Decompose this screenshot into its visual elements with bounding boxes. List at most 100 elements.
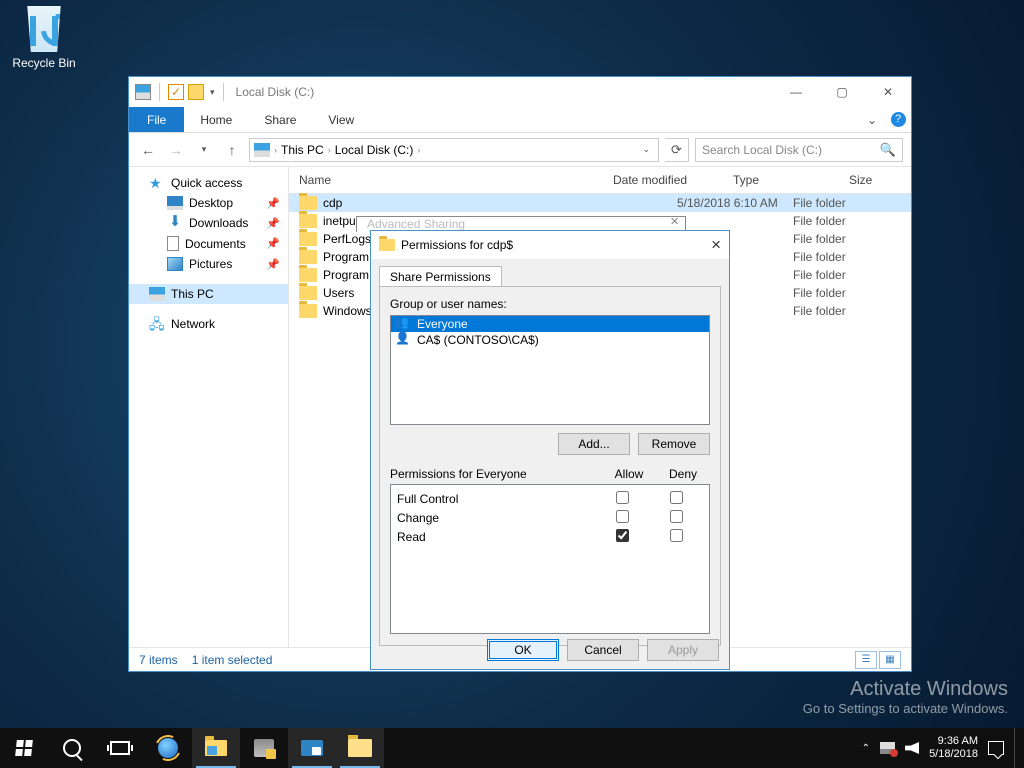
- user-row[interactable]: CA$ (CONTOSO\CA$): [391, 332, 709, 348]
- nav-back-button[interactable]: ←: [137, 139, 159, 161]
- recycle-bin-icon: [22, 6, 66, 52]
- deny-checkbox[interactable]: [670, 529, 683, 542]
- file-row[interactable]: cdp5/18/2018 6:10 AMFile folder: [289, 194, 911, 212]
- tab-share-permissions[interactable]: Share Permissions: [379, 266, 502, 287]
- deny-checkbox[interactable]: [670, 510, 683, 523]
- allow-checkbox[interactable]: [616, 529, 629, 542]
- search-icon[interactable]: 🔍: [880, 142, 896, 158]
- watermark-subtitle: Go to Settings to activate Windows.: [803, 701, 1008, 716]
- volume-icon[interactable]: [905, 742, 919, 754]
- nav-up-button[interactable]: ↑: [221, 139, 243, 161]
- allow-header: Allow: [602, 467, 656, 481]
- column-type[interactable]: Type: [723, 167, 839, 193]
- help-button[interactable]: ?: [885, 107, 911, 132]
- folder-icon: [379, 239, 395, 251]
- allow-checkbox[interactable]: [616, 491, 629, 504]
- view-details-button[interactable]: ☰: [855, 651, 877, 669]
- sidebar-downloads[interactable]: ⬇Downloads📌: [129, 213, 288, 233]
- ok-button[interactable]: OK: [487, 639, 559, 661]
- address-bar: ← → ▾ ↑ › This PC › Local Disk (C:) › ⌄ …: [129, 133, 911, 167]
- address-dropdown-icon[interactable]: ⌄: [638, 144, 654, 155]
- remove-button[interactable]: Remove: [638, 433, 710, 455]
- column-name[interactable]: Name: [289, 167, 603, 193]
- deny-checkbox[interactable]: [670, 491, 683, 504]
- sidebar-quick-access[interactable]: ★Quick access: [129, 173, 288, 193]
- maximize-button[interactable]: ▢: [819, 77, 865, 107]
- rdp-icon: [301, 740, 323, 756]
- user-row[interactable]: Everyone: [391, 316, 709, 332]
- search-icon: [63, 739, 81, 757]
- minimize-button[interactable]: —: [773, 77, 819, 107]
- ribbon-expand-icon[interactable]: ⌄: [859, 107, 885, 132]
- view-icons-button[interactable]: ▦: [879, 651, 901, 669]
- file-name: cdp: [323, 196, 671, 210]
- breadcrumb-root[interactable]: This PC: [281, 143, 324, 157]
- breadcrumb[interactable]: › This PC › Local Disk (C:) › ⌄: [249, 138, 659, 162]
- sidebar-documents[interactable]: Documents📌: [129, 233, 288, 254]
- chevron-right-icon[interactable]: ›: [417, 145, 420, 155]
- dialog-title: Permissions for cdp$: [401, 238, 513, 252]
- group-users-label: Group or user names:: [390, 297, 710, 311]
- pin-icon: 📌: [266, 258, 280, 271]
- show-desktop-button[interactable]: [1014, 728, 1020, 768]
- folder-icon: [299, 268, 317, 282]
- refresh-button[interactable]: ⟳: [665, 138, 689, 162]
- nav-history-button[interactable]: ▾: [193, 139, 215, 161]
- network-icon[interactable]: [880, 742, 895, 754]
- allow-checkbox[interactable]: [616, 510, 629, 523]
- properties-icon[interactable]: ✓: [168, 84, 184, 100]
- deny-header: Deny: [656, 467, 710, 481]
- desktop-icon-recycle-bin[interactable]: Recycle Bin: [6, 6, 82, 70]
- pc-icon[interactable]: [135, 84, 151, 100]
- permissions-grid: Full ControlChangeRead: [390, 484, 710, 634]
- taskbar-file-explorer[interactable]: [192, 728, 240, 768]
- folder-icon: [299, 232, 317, 246]
- column-date[interactable]: Date modified: [603, 167, 723, 193]
- pin-icon: 📌: [266, 237, 280, 250]
- taskbar-open-folder[interactable]: [336, 728, 384, 768]
- taskbar-ie[interactable]: [144, 728, 192, 768]
- folder-icon: [299, 196, 317, 210]
- chevron-right-icon[interactable]: ›: [328, 145, 331, 155]
- breadcrumb-location[interactable]: Local Disk (C:): [335, 143, 414, 157]
- action-center-icon[interactable]: [988, 741, 1004, 755]
- dialog-titlebar[interactable]: Permissions for cdp$ ×: [371, 231, 729, 259]
- close-button[interactable]: ×: [691, 235, 721, 255]
- clock[interactable]: 9:36 AM 5/18/2018: [929, 735, 978, 761]
- group-users-list[interactable]: EveryoneCA$ (CONTOSO\CA$): [390, 315, 710, 425]
- nav-forward-button[interactable]: →: [165, 139, 187, 161]
- qat-dropdown-icon[interactable]: ▾: [210, 87, 215, 98]
- tray-overflow-button[interactable]: ⌃: [862, 743, 870, 754]
- sidebar-this-pc[interactable]: This PC: [129, 284, 288, 304]
- sidebar-pictures[interactable]: Pictures📌: [129, 254, 288, 274]
- file-type: File folder: [793, 268, 905, 282]
- close-button[interactable]: ✕: [865, 77, 911, 107]
- taskbar-rdp[interactable]: [288, 728, 336, 768]
- task-view-button[interactable]: [96, 728, 144, 768]
- sidebar-desktop[interactable]: Desktop📌: [129, 193, 288, 213]
- column-size[interactable]: Size: [839, 167, 911, 193]
- window-title: Local Disk (C:): [236, 85, 315, 99]
- search-button[interactable]: [48, 728, 96, 768]
- search-input[interactable]: Search Local Disk (C:) 🔍: [695, 138, 903, 162]
- system-tray: ⌃ 9:36 AM 5/18/2018: [862, 728, 1024, 768]
- status-selection: 1 item selected: [192, 653, 273, 667]
- apply-button[interactable]: Apply: [647, 639, 719, 661]
- add-button[interactable]: Add...: [558, 433, 630, 455]
- taskbar-server-manager[interactable]: [240, 728, 288, 768]
- ribbon-home-tab[interactable]: Home: [184, 107, 248, 132]
- pin-icon: 📌: [266, 197, 280, 210]
- divider: [159, 83, 160, 101]
- ribbon-share-tab[interactable]: Share: [248, 107, 312, 132]
- chevron-right-icon[interactable]: ›: [274, 145, 277, 155]
- ribbon-file-tab[interactable]: File: [129, 107, 184, 132]
- star-icon: ★: [149, 176, 165, 190]
- ribbon-view-tab[interactable]: View: [312, 107, 370, 132]
- user-name: Everyone: [417, 317, 468, 331]
- sidebar-network[interactable]: 🖧Network: [129, 314, 288, 334]
- start-button[interactable]: [0, 728, 48, 768]
- desktop-icon-label: Recycle Bin: [6, 56, 82, 70]
- new-folder-icon[interactable]: [188, 84, 204, 100]
- explorer-titlebar[interactable]: ✓ ▾ Local Disk (C:) — ▢ ✕: [129, 77, 911, 107]
- cancel-button[interactable]: Cancel: [567, 639, 639, 661]
